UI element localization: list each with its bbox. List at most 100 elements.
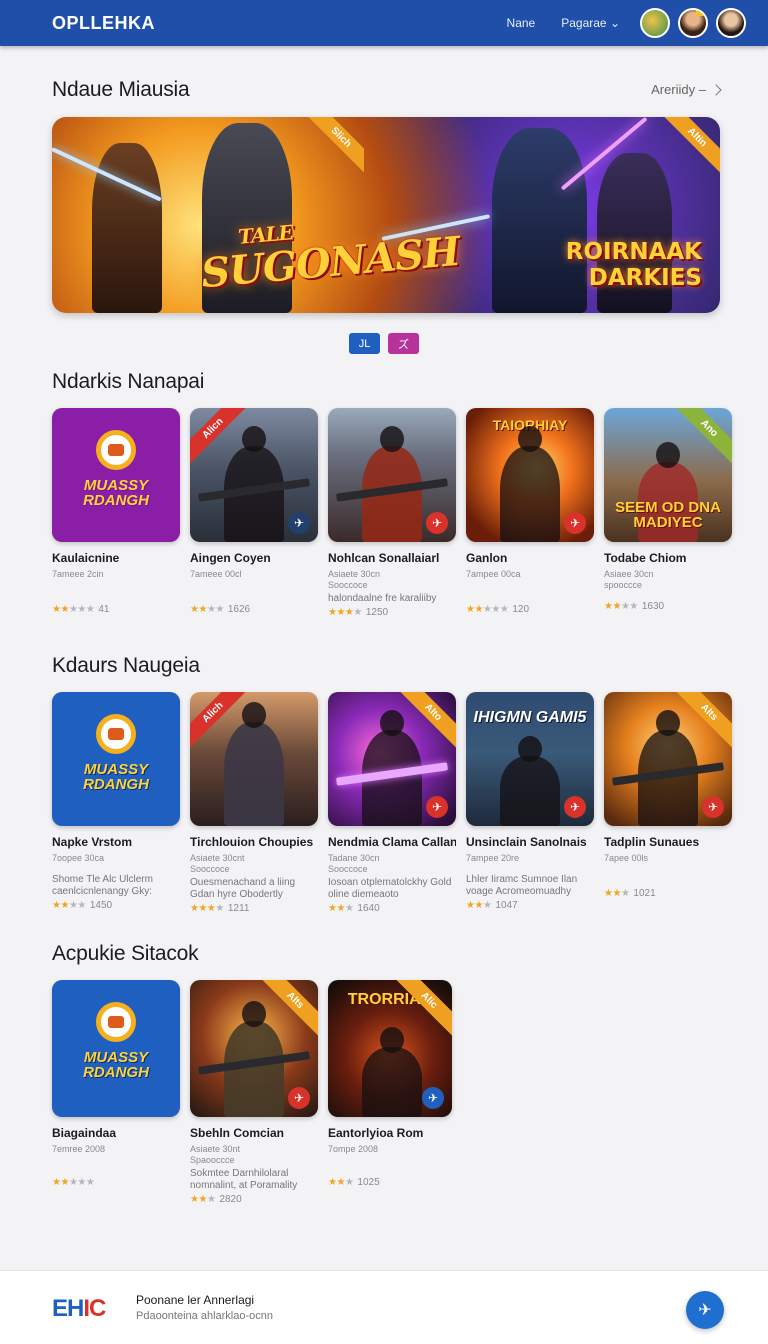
game-meta: Asiaete 30cnt Sooccoce — [190, 853, 245, 874]
rating-count: 1450 — [89, 900, 113, 911]
game-rating: ★★★★★ 41 — [52, 604, 180, 615]
game-thumbnail: IHIGMN GAMI5 ✈ — [466, 692, 594, 826]
game-card[interactable]: Alich Tirchlouion Choupies Asiaete 30cnt… — [190, 692, 318, 914]
game-description: Lhler Iiramc Sumnoe Ilan voage Acromeomu… — [466, 874, 578, 897]
game-card[interactable]: Alicn ✈ Aingen Coyen 7ameee 00cl ★★★★ 162… — [190, 408, 318, 618]
ribbon-label: Ano — [674, 408, 732, 466]
nav-link-home[interactable]: Nane — [507, 16, 536, 30]
game-title: Eantorlyioa Rom — [328, 1126, 424, 1140]
game-row: MUASSY RDANGH Biagaindaa 7emree 2008 ★★★… — [52, 980, 452, 1205]
featured-banner[interactable]: TALE SUGONASH ROIRNAAK DARKIES Slich Alt… — [52, 117, 720, 313]
game-thumbnail: Alich — [190, 692, 318, 826]
game-meta: 7emree 2008 — [52, 1144, 106, 1154]
thumbnail-text: MUASSY RDANGH — [83, 761, 149, 793]
game-thumbnail: Alts ✈ — [190, 980, 318, 1117]
game-rating: ★★★★ 1250 — [328, 607, 456, 618]
game-meta: 7apee 00ls — [604, 853, 649, 863]
banner-ribbon: Slich — [306, 117, 364, 175]
section-title: Acpukie Sitacok — [52, 942, 199, 965]
game-card[interactable]: MUASSY RDANGH Biagaindaa 7emree 2008 ★★★… — [52, 980, 180, 1205]
game-card[interactable]: Alto ✈ Nendmia Clama Callan Tadane 30cn … — [328, 692, 456, 914]
game-card[interactable]: ✈ Nohlcan Sonallaiarl Asiaete 30cn Soocc… — [328, 408, 456, 618]
chevron-right-icon — [710, 83, 722, 96]
game-description: Sokmtee Darnhilolaral nomnalint, at Pora… — [190, 1168, 298, 1191]
star-rating-icon: ★★★★★ — [52, 604, 95, 615]
game-card[interactable]: TRORRIAH Alic ✈ Eantorlyioa Rom 7ompe 20… — [328, 980, 452, 1205]
send-icon[interactable]: ✈ — [686, 1291, 724, 1329]
game-title: Tadplin Sunaues — [604, 835, 700, 849]
rating-count: 120 — [512, 604, 530, 615]
footer-logo-part: IC — [83, 1295, 106, 1322]
carousel-dot[interactable]: ズ — [388, 333, 419, 354]
game-rating: ★★★★ 1211 — [190, 903, 318, 914]
game-card[interactable]: IHIGMN GAMI5 ✈ Unsinclain Sanolnais 7amp… — [466, 692, 594, 914]
game-card[interactable]: SEEM OD DNA MADIYEC Ano Todabe Chiom Asi… — [604, 408, 732, 618]
play-icon[interactable]: ✈ — [564, 796, 586, 818]
game-rating: ★★★★ 1626 — [190, 604, 318, 615]
game-card[interactable]: Alts ✈ Tadplin Sunaues 7apee 00ls ★★★ 102… — [604, 692, 732, 914]
star-rating-icon: ★★★★ — [190, 604, 224, 615]
game-title: Biagaindaa — [52, 1126, 117, 1140]
game-thumbnail: Alto ✈ — [328, 692, 456, 826]
play-icon[interactable]: ✈ — [288, 512, 310, 534]
rating-count: 1211 — [227, 903, 250, 914]
ribbon-label: Alicn — [190, 408, 248, 466]
star-rating-icon: ★★★ — [328, 903, 354, 914]
footer-title: Poonane ler Annerlagi — [136, 1293, 255, 1307]
footer-subtitle[interactable]: Pdaoonteina ahlarklao-ocnn — [136, 1310, 273, 1322]
game-rating: ★★★ 2820 — [190, 1194, 318, 1205]
star-rating-icon: ★★★★ — [604, 601, 638, 612]
game-title: Unsinclain Sanolnais — [466, 835, 587, 849]
star-rating-icon: ★★★ — [604, 888, 630, 899]
play-icon[interactable]: ✈ — [426, 512, 448, 534]
play-icon[interactable]: ✈ — [288, 1087, 310, 1109]
play-icon[interactable]: ✈ — [422, 1087, 444, 1109]
see-all-link[interactable]: Areriidy – — [651, 82, 722, 97]
game-thumbnail: MUASSY RDANGH — [52, 408, 180, 542]
game-meta: 7ampee 00ca — [466, 569, 521, 579]
footer-logo[interactable]: EHIC — [52, 1295, 106, 1323]
game-thumbnail: TAIORHIAY ✈ — [466, 408, 594, 542]
footer-bar: EHIC Poonane ler Annerlagi Pdaoonteina a… — [0, 1270, 768, 1344]
rating-count: 2820 — [219, 1194, 242, 1205]
card-ribbon: Alich — [190, 692, 248, 750]
game-rating: ★★★★★ — [52, 1177, 180, 1188]
game-logo-icon — [96, 1002, 136, 1042]
game-logo-icon — [96, 430, 136, 470]
brand-logo[interactable]: OPLLEHKA — [52, 13, 155, 34]
ribbon-label: Slich — [306, 117, 364, 175]
game-rating: ★★★★★ 120 — [466, 604, 594, 615]
rating-count: 1250 — [365, 607, 389, 618]
character-silhouette — [362, 1027, 422, 1117]
rating-count: 1626 — [227, 604, 251, 615]
rating-count: 1021 — [633, 888, 656, 899]
avatar[interactable] — [678, 8, 708, 38]
game-rating: ★★★★ 1450 — [52, 900, 180, 911]
rating-count: 1047 — [495, 900, 518, 911]
game-thumbnail: TRORRIAH Alic ✈ — [328, 980, 452, 1117]
game-thumbnail: Alicn ✈ — [190, 408, 318, 542]
avatar[interactable] — [640, 8, 670, 38]
star-rating-icon: ★★★★★ — [466, 604, 509, 615]
section-title: Ndarkis Nanapai — [52, 370, 205, 393]
game-title: Nendmia Clama Callan — [328, 835, 456, 849]
game-card[interactable]: TAIORHIAY ✈ Ganlon 7ampee 00ca ★★★★★ 120 — [466, 408, 594, 618]
game-card[interactable]: MUASSY RDANGH Napke Vrstom 7oopee 30ca S… — [52, 692, 180, 914]
star-rating-icon: ★★★★ — [52, 900, 86, 911]
game-rating: ★★★ 1025 — [328, 1177, 452, 1188]
game-title: Todabe Chiom — [604, 551, 687, 565]
game-description: halondaalne fre karaliiby — [328, 593, 437, 604]
avatar[interactable] — [716, 8, 746, 38]
play-icon[interactable]: ✈ — [426, 796, 448, 818]
character-silhouette — [500, 426, 560, 542]
play-icon[interactable]: ✈ — [702, 796, 724, 818]
thumbnail-text: MUASSY RDANGH — [83, 1049, 149, 1081]
game-description: Iosoan otplematolckhy Gold oline diemeao… — [328, 877, 452, 900]
game-card[interactable]: Alts ✈ Sbehln Comcian Asiaete 30nt Spaoo… — [190, 980, 318, 1205]
ribbon-label: Alich — [190, 692, 248, 750]
game-card[interactable]: MUASSY RDANGH Kaulaicnine 7ameee 2cin ★★… — [52, 408, 180, 618]
play-icon[interactable]: ✈ — [564, 512, 586, 534]
game-rating: ★★★ 1640 — [328, 903, 456, 914]
carousel-dot[interactable]: JL — [349, 333, 380, 354]
nav-link-pages-dropdown[interactable]: Pagarae ⌄ — [561, 16, 620, 30]
